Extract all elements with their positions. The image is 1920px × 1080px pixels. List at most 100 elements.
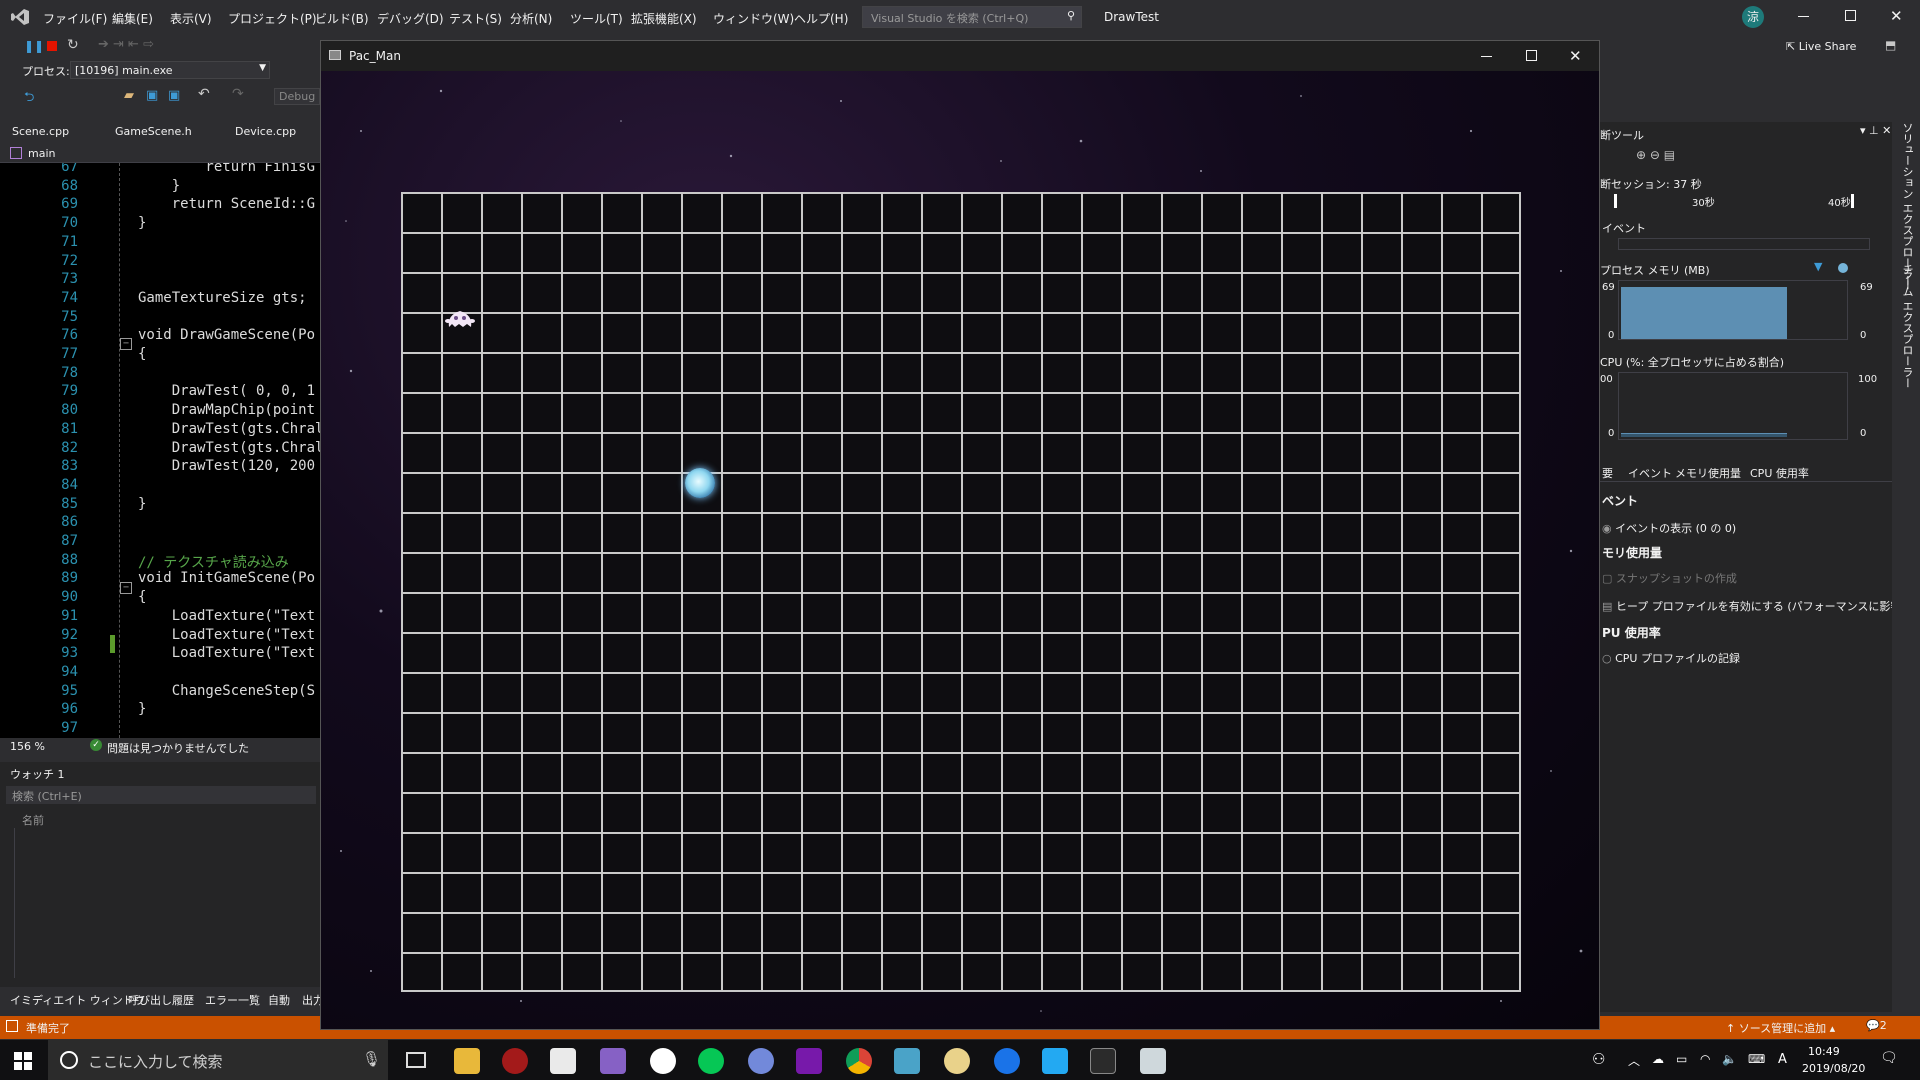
microphone-icon[interactable]: 🎙: [362, 1050, 381, 1068]
taskbar-search-box[interactable]: ここに入力して検索 🎙: [48, 1040, 388, 1080]
app-icon-red[interactable]: [502, 1048, 528, 1074]
menu-project[interactable]: プロジェクト(P): [228, 10, 317, 27]
tab-immediate[interactable]: イミディエイト ウィンドウ: [10, 992, 145, 1008]
issues-status[interactable]: 問題は見つかりませんでした: [107, 740, 249, 756]
line-icon[interactable]: [698, 1048, 724, 1074]
menu-edit[interactable]: 編集(E): [112, 10, 153, 27]
tab-autos[interactable]: 自動: [268, 992, 290, 1008]
game-grid[interactable]: [401, 192, 1521, 992]
watch-search-input[interactable]: 検索 (Ctrl+E): [6, 786, 316, 804]
source-control-button[interactable]: ↑ ソース管理に追加 ▴: [1726, 1020, 1835, 1036]
live-share-button[interactable]: ⇱ Live Share: [1786, 40, 1856, 53]
wifi-icon[interactable]: ◠: [1700, 1052, 1710, 1066]
pin-icon[interactable]: ▾ ⊥ ✕: [1860, 124, 1891, 137]
save-all-icon[interactable]: ▣: [168, 88, 180, 103]
tab-events[interactable]: イベント: [1628, 465, 1672, 481]
app-icon-teal[interactable]: [894, 1048, 920, 1074]
cpu-record-button[interactable]: ○ CPU プロファイルの記録: [1602, 650, 1740, 666]
code-line[interactable]: DrawTest(gts.Chral: [138, 440, 320, 456]
code-line[interactable]: void DrawGameScene(Po: [138, 327, 315, 343]
menu-extensions[interactable]: 拡張機能(X): [631, 10, 697, 27]
zoom-in-icon[interactable]: ⊕ ⊖ ▤: [1636, 148, 1675, 162]
menu-build[interactable]: ビルド(B): [315, 10, 369, 27]
onedrive-icon[interactable]: ☁: [1652, 1052, 1664, 1066]
menu-view[interactable]: 表示(V): [170, 10, 212, 27]
mail-icon[interactable]: [550, 1048, 576, 1074]
code-line[interactable]: LoadTexture("Text: [138, 608, 315, 624]
process-dropdown[interactable]: [10196] main.exe ▼: [70, 61, 270, 79]
tab-output[interactable]: 出力: [302, 992, 320, 1008]
pacman-game-window[interactable]: Pac_Man ✕: [320, 40, 1600, 1030]
collapse-icon[interactable]: −: [120, 338, 132, 350]
tab-device-cpp[interactable]: Device.cpp: [235, 125, 296, 138]
zoom-level[interactable]: 156 %: [10, 740, 45, 753]
game-canvas[interactable]: [321, 71, 1599, 1029]
code-line[interactable]: void InitGameScene(Po: [138, 570, 315, 586]
code-editor[interactable]: 67 return FinisG 68 } 69 return SceneId::G…: [0, 163, 320, 738]
back-icon[interactable]: ⮌: [24, 88, 34, 110]
code-line[interactable]: DrawMapChip(point: [138, 402, 315, 418]
menu-debug[interactable]: デバッグ(D): [377, 10, 444, 27]
menu-window[interactable]: ウィンドウ(W): [713, 10, 794, 27]
volume-icon[interactable]: 🔈: [1722, 1052, 1737, 1066]
filter-icon[interactable]: ▼: [1814, 260, 1822, 273]
discord-icon[interactable]: [748, 1048, 774, 1074]
tab-cpu-usage[interactable]: CPU 使用率: [1750, 465, 1809, 481]
cpu-chart[interactable]: [1618, 372, 1848, 440]
code-line[interactable]: LoadTexture("Text: [138, 627, 315, 643]
maximize-icon[interactable]: [1845, 10, 1856, 21]
open-folder-icon[interactable]: ▰: [124, 88, 134, 103]
code-line[interactable]: {: [138, 589, 146, 605]
close-icon[interactable]: ✕: [1890, 7, 1903, 25]
restart-icon[interactable]: ↻: [67, 37, 79, 53]
menu-file[interactable]: ファイル(F): [43, 10, 107, 27]
slack-icon[interactable]: [650, 1048, 676, 1074]
code-line[interactable]: // テクスチャ読み込み: [138, 552, 289, 572]
ime-indicator[interactable]: A: [1778, 1052, 1787, 1067]
timeline-ruler[interactable]: [1614, 194, 1854, 208]
menu-analyze[interactable]: 分析(N): [510, 10, 552, 27]
tab-summary[interactable]: 要: [1602, 465, 1613, 481]
vscode-icon[interactable]: [1042, 1048, 1068, 1074]
windows-start-icon[interactable]: [14, 1052, 32, 1070]
code-line[interactable]: }: [138, 701, 146, 717]
code-line[interactable]: return SceneId::G: [138, 196, 315, 212]
collapse-icon[interactable]: −: [120, 582, 132, 594]
tab-call-stack[interactable]: 呼び出し履歴: [128, 992, 194, 1008]
pause-icon[interactable]: ❚❚: [24, 39, 44, 53]
game-minimize-icon[interactable]: [1481, 56, 1492, 57]
team-explorer-tab[interactable]: チーム エクスプローラー: [1899, 264, 1915, 389]
pacman-app-icon[interactable]: [1140, 1048, 1166, 1074]
notifications-icon[interactable]: 💬2: [1866, 1019, 1887, 1032]
config-dropdown[interactable]: Debug: [274, 88, 320, 105]
clock-date[interactable]: 2019/08/20: [1802, 1062, 1865, 1075]
code-line[interactable]: ChangeSceneStep(S: [138, 683, 315, 699]
code-line[interactable]: DrawTest( 0, 0, 1: [138, 383, 315, 399]
code-line[interactable]: GameTextureSize gts;: [138, 290, 307, 306]
task-view-icon[interactable]: [406, 1052, 426, 1068]
code-line[interactable]: DrawTest(120, 200: [138, 458, 315, 474]
tab-memory-usage[interactable]: メモリ使用量: [1675, 465, 1741, 481]
minimize-icon[interactable]: [1798, 16, 1809, 17]
menu-help[interactable]: ヘルプ(H): [794, 10, 848, 27]
clock-time[interactable]: 10:49: [1808, 1045, 1840, 1058]
menu-test[interactable]: テスト(S): [449, 10, 502, 27]
feedback-icon[interactable]: ⬒: [1885, 38, 1896, 52]
vs-logo-icon[interactable]: [10, 8, 30, 26]
tab-scene-cpp[interactable]: Scene.cpp: [12, 125, 69, 138]
code-line[interactable]: {: [138, 346, 146, 362]
action-center-icon[interactable]: 🗨: [1880, 1050, 1898, 1066]
battery-icon[interactable]: ▭: [1676, 1052, 1687, 1066]
keyboard-icon[interactable]: ⌨: [1748, 1052, 1765, 1066]
chrome-icon[interactable]: [846, 1048, 872, 1074]
heap-profile-toggle[interactable]: ▤ ヒープ プロファイルを有効にする (パフォーマンスに影響しま: [1602, 598, 1892, 614]
step-icon[interactable]: ➔ ⇥ ⇤ ⇨: [98, 37, 154, 52]
tray-chevron-icon[interactable]: ︿: [1628, 1052, 1640, 1069]
file-explorer-icon[interactable]: [454, 1048, 480, 1074]
menu-tools[interactable]: ツール(T): [570, 10, 623, 27]
maps-icon[interactable]: [994, 1048, 1020, 1074]
people-icon[interactable]: ⚇: [1592, 1050, 1605, 1068]
onenote-icon[interactable]: [796, 1048, 822, 1074]
user-avatar[interactable]: 涼: [1742, 6, 1764, 28]
code-line[interactable]: LoadTexture("Text: [138, 645, 315, 661]
